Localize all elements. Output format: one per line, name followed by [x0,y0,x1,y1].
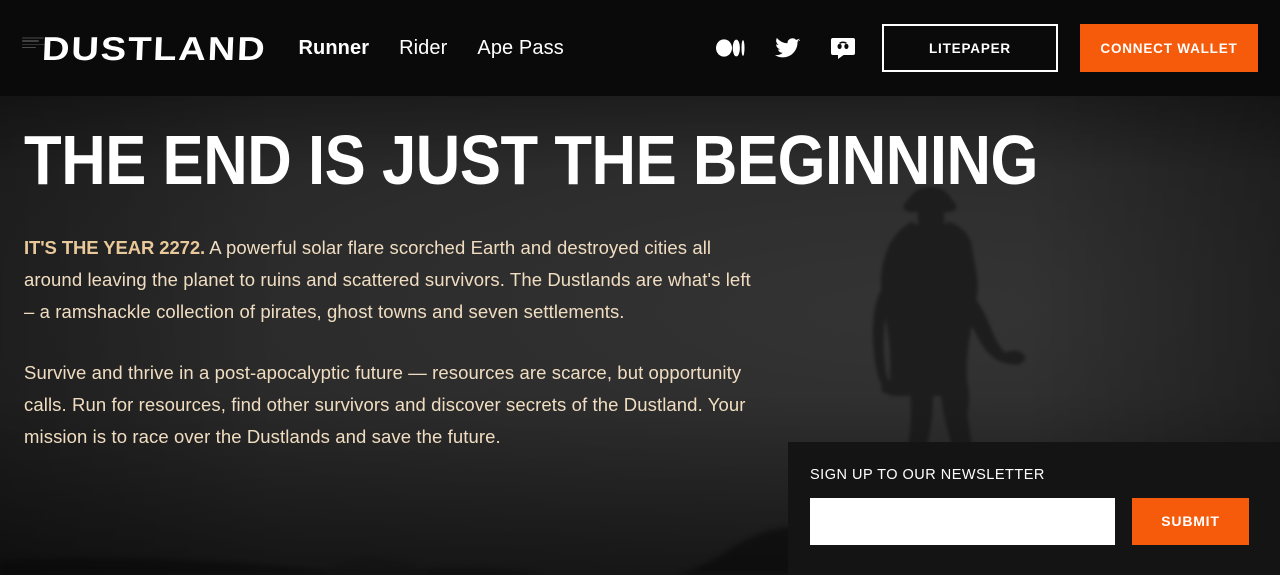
logo[interactable]: DUSTLAND [22,28,267,68]
newsletter-submit-button[interactable]: SUBMIT [1132,497,1249,545]
hero-intro-bold: IT'S THE YEAR 2272. [24,237,206,259]
nav-item-rider[interactable]: Rider [399,38,447,58]
newsletter-email-input[interactable] [810,497,1115,545]
nav-item-runner[interactable]: Runner [298,38,369,58]
primary-nav: Runner Rider Ape Pass [298,38,563,58]
twitter-icon[interactable] [772,33,802,63]
nav-item-ape-pass[interactable]: Ape Pass [477,38,563,58]
newsletter-form: SUBMIT [810,497,1256,545]
medium-icon[interactable] [716,33,746,63]
litepaper-button[interactable]: LITEPAPER [882,24,1058,72]
page-title: THE END IS JUST THE BEGINNING [24,121,1039,199]
connect-wallet-button[interactable]: CONNECT WALLET [1080,24,1258,72]
social-links [716,33,858,63]
logo-text: DUSTLAND [41,29,268,67]
dustland-landing-page: DUSTLAND Runner Rider Ape Pass LITEPAPER… [0,0,1280,575]
hero-content: THE END IS JUST THE BEGINNING IT'S THE Y… [24,121,1039,453]
site-header: DUSTLAND Runner Rider Ape Pass LITEPAPER… [0,0,1280,96]
newsletter-panel: SIGN UP TO OUR NEWSLETTER SUBMIT [788,442,1280,575]
hero-paragraph-2: Survive and thrive in a post-apocalyptic… [24,362,746,448]
survivor-silhouette [872,187,1026,469]
hero-paragraph-1: IT'S THE YEAR 2272. A powerful solar fla… [24,232,764,328]
newsletter-title: SIGN UP TO OUR NEWSLETTER [810,467,1045,483]
discord-icon[interactable] [828,33,858,63]
header-actions: LITEPAPER CONNECT WALLET [716,24,1258,72]
